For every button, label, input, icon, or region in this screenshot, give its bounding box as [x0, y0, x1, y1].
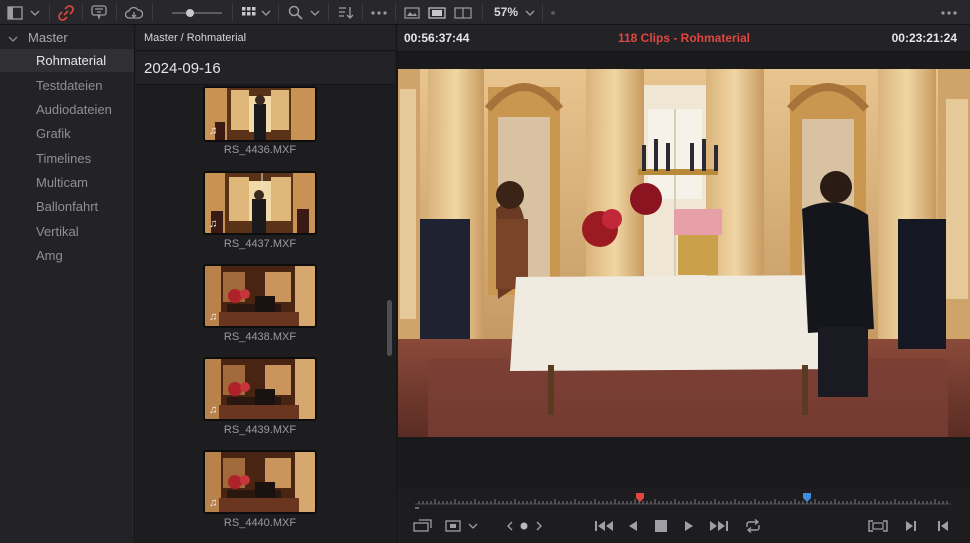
bin-sidebar: Master Rohmaterial Testdateien Audiodate… — [0, 25, 135, 543]
next-frame-icon[interactable] — [901, 517, 921, 535]
viewer-header: 00:56:37:44 118 Clips - Rohmaterial 00:2… — [396, 25, 970, 52]
clip-thumbnail-image[interactable]: ♫ — [203, 264, 317, 328]
in-point-marker — [636, 493, 644, 502]
breadcrumb: Master / Rohmaterial — [136, 25, 395, 51]
panel-toggle-icon[interactable] — [6, 3, 24, 22]
sidebar-item-label: Audiodateien — [36, 102, 112, 117]
clip-thumbnail-image[interactable]: ♫ — [203, 171, 317, 235]
sidebar-item-amg[interactable]: Amg — [0, 244, 134, 267]
toolbar-divider — [82, 4, 83, 21]
video-frame[interactable] — [398, 69, 970, 437]
sidebar-item-grafik[interactable]: Grafik — [0, 122, 134, 145]
toolbar-divider — [362, 4, 363, 21]
sidebar-item-testdateien[interactable]: Testdateien — [0, 74, 134, 97]
dot-icon[interactable] — [518, 517, 530, 535]
search-icon[interactable] — [286, 3, 304, 22]
toolbar-divider — [232, 4, 233, 21]
pool-scrollbar[interactable] — [387, 300, 392, 356]
viewer-title: 118 Clips - Rohmaterial — [617, 31, 751, 45]
audio-note-icon: ♫ — [209, 125, 218, 137]
toolbar-divider — [542, 4, 543, 21]
thumb-size-slider[interactable] — [170, 3, 224, 22]
sidebar-item-rohmaterial[interactable]: Rohmaterial — [0, 49, 134, 72]
status-dot-icon — [548, 3, 558, 22]
chevron-down-icon[interactable] — [28, 3, 42, 22]
toolbar-divider — [116, 4, 117, 21]
chevron-left-icon[interactable] — [503, 517, 515, 535]
match-frame-icon[interactable] — [441, 517, 465, 535]
clip-thumbnail-image[interactable]: ♫ — [203, 357, 317, 421]
audio-note-icon: ♫ — [209, 218, 218, 230]
chevron-down-icon[interactable] — [467, 517, 479, 535]
link-icon[interactable] — [56, 3, 76, 22]
zoom-level[interactable]: 57% — [494, 5, 518, 19]
media-pool: Master / Rohmaterial 2024-09-16 ♫ RS_443… — [136, 25, 395, 543]
toolbar-divider — [278, 4, 279, 21]
clip-name: RS_4436.MXF — [223, 144, 297, 156]
sidebar-item-timelines[interactable]: Timelines — [0, 147, 134, 170]
date-group-header: 2024-09-16 — [136, 52, 395, 85]
clip-name: RS_4440.MXF — [223, 517, 297, 529]
sidebar-item-label: Vertikal — [36, 224, 79, 239]
clip-name: RS_4438.MXF — [223, 331, 297, 343]
duration-timecode: 00:23:21:24 — [891, 31, 957, 45]
chevron-down-icon[interactable] — [523, 3, 537, 22]
toolbar-divider — [395, 4, 396, 21]
insert-clip-icon[interactable] — [411, 517, 435, 535]
playhead-marker — [803, 493, 811, 502]
stop-icon[interactable] — [651, 517, 671, 535]
chevron-down-icon[interactable] — [8, 30, 18, 45]
toolbar-divider — [482, 4, 483, 21]
sort-icon[interactable] — [336, 3, 356, 22]
sidebar-item-vertikal[interactable]: Vertikal — [0, 220, 134, 243]
toolbar-divider — [49, 4, 50, 21]
play-reverse-icon[interactable] — [623, 517, 643, 535]
chevron-down-icon[interactable] — [260, 3, 272, 22]
sidebar-item-audiodateien[interactable]: Audiodateien — [0, 98, 134, 121]
sidebar-item-multicam[interactable]: Multicam — [0, 171, 134, 194]
play-icon[interactable] — [679, 517, 699, 535]
sidebar-item-label: Rohmaterial — [36, 53, 107, 68]
grid-view-icon[interactable] — [240, 3, 258, 22]
dual-viewer-icon[interactable] — [453, 3, 473, 22]
sidebar-item-label: Ballonfahrt — [36, 199, 99, 214]
clip-thumbnail-image[interactable]: ♫ — [203, 450, 317, 514]
toolbar-divider — [328, 4, 329, 21]
clip-name: RS_4439.MXF — [223, 424, 297, 436]
go-to-start-icon[interactable] — [933, 517, 953, 535]
toolbar-divider — [152, 4, 153, 21]
filter-icon[interactable] — [89, 3, 109, 22]
scrubber[interactable] — [415, 493, 955, 509]
skip-to-end-icon[interactable] — [707, 517, 731, 535]
single-viewer-icon[interactable] — [403, 3, 421, 22]
audio-note-icon: ♫ — [209, 404, 218, 416]
sidebar-item-label: Multicam — [36, 175, 89, 190]
sidebar-root-label: Master — [28, 29, 68, 45]
loop-icon[interactable] — [741, 517, 765, 535]
audio-note-icon: ♫ — [209, 497, 218, 509]
sidebar-item-label: Timelines — [36, 151, 92, 166]
audio-note-icon: ♫ — [209, 311, 218, 323]
chevron-down-icon[interactable] — [308, 3, 322, 22]
more-icon[interactable] — [368, 3, 390, 22]
filmstrip-viewer-icon[interactable] — [427, 3, 447, 22]
clip-thumbnail-image[interactable]: ♫ — [203, 86, 317, 142]
sidebar-root-master[interactable]: Master — [0, 25, 135, 49]
transport-bar — [396, 489, 970, 543]
date-group-label: 2024-09-16 — [144, 59, 221, 77]
sidebar-item-label: Grafik — [36, 126, 71, 141]
more-icon[interactable] — [938, 3, 960, 22]
skip-to-start-icon[interactable] — [592, 517, 616, 535]
mark-clip-icon[interactable] — [866, 517, 890, 535]
sidebar-item-label: Amg — [36, 248, 63, 263]
sidebar-item-ballonfahrt[interactable]: Ballonfahrt — [0, 195, 134, 218]
source-viewer[interactable] — [396, 52, 970, 489]
top-toolbar: 57% — [0, 0, 970, 25]
cloud-icon[interactable] — [123, 3, 145, 22]
breadcrumb-label: Master / Rohmaterial — [144, 31, 247, 44]
clip-name: RS_4437.MXF — [223, 238, 297, 250]
chevron-right-icon[interactable] — [533, 517, 545, 535]
sidebar-item-label: Testdateien — [36, 78, 103, 93]
